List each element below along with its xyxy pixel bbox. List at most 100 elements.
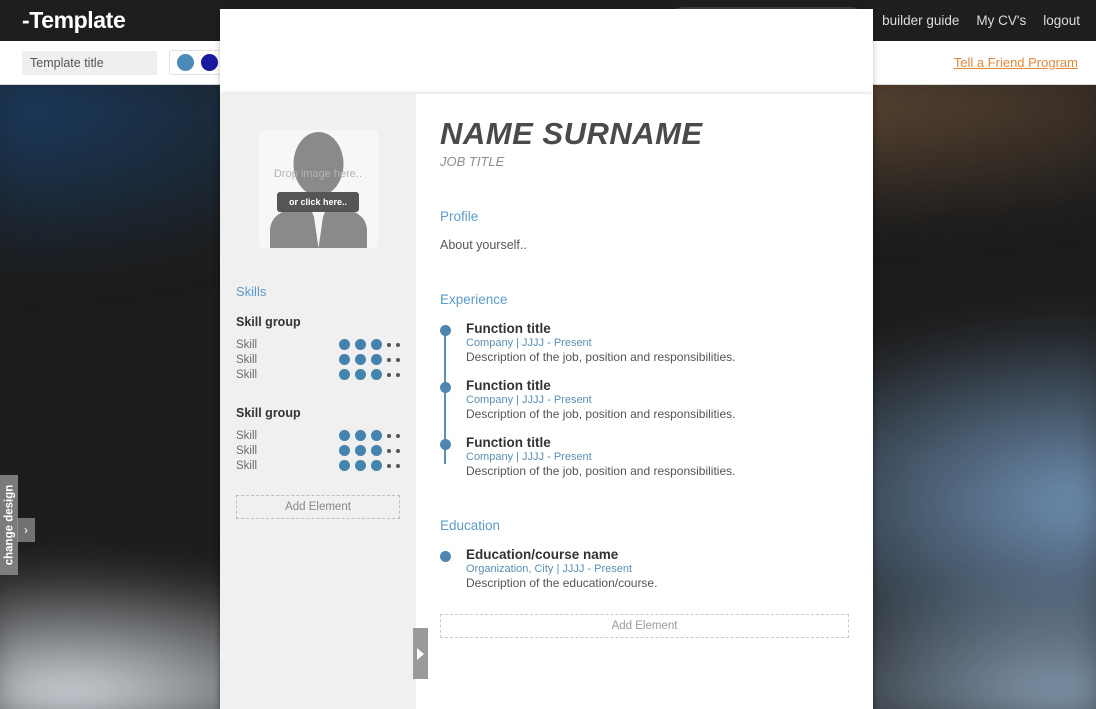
skill-row[interactable]: Skill <box>236 443 400 458</box>
cv-sidebar-column: Drop image here.. or click here.. Skills… <box>220 94 416 709</box>
rating-dot-filled[interactable] <box>371 369 382 380</box>
tell-a-friend-program-link[interactable]: Tell a Friend Program <box>954 55 1078 70</box>
rating-dot-filled[interactable] <box>355 339 366 350</box>
nav-my-cvs[interactable]: My CV's <box>976 13 1026 28</box>
triangle-right-icon <box>417 647 424 660</box>
profile-section-heading[interactable]: Profile <box>440 209 849 224</box>
rating-dot-empty[interactable] <box>387 463 391 468</box>
top-navigation-bar: CV-Template Tell a Friend - Get Rewarded… <box>0 0 1096 709</box>
education-meta: Organization, City | JJJJ - Present <box>466 563 633 575</box>
rating-dot-empty[interactable] <box>387 357 391 362</box>
experience-item[interactable]: Function title Company | JJJJ - Present … <box>440 321 849 364</box>
template-title-input[interactable] <box>22 50 157 75</box>
skill-row[interactable]: Skill <box>236 428 400 443</box>
education-item[interactable]: Education/course name Organization, City… <box>440 547 849 590</box>
experience-section-heading[interactable]: Experience <box>440 292 849 307</box>
skill-group: Skill group Skill Skill Skill <box>236 406 400 473</box>
rating-dot-empty[interactable] <box>396 448 400 453</box>
experience-title: Function title <box>466 321 551 336</box>
skill-label: Skill <box>236 353 258 366</box>
rating-dot-filled[interactable] <box>339 339 350 350</box>
skill-rating-dots[interactable] <box>339 354 400 365</box>
experience-description: Description of the job, position and res… <box>466 464 736 478</box>
rating-dot-filled[interactable] <box>339 460 350 471</box>
skill-group: Skill group Skill Skill Skill <box>236 315 400 382</box>
skill-group-title: Skill group <box>236 315 301 329</box>
skill-row[interactable]: Skill <box>236 352 400 367</box>
skill-row[interactable]: Skill <box>236 337 400 352</box>
person-silhouette-icon <box>269 132 367 248</box>
rating-dot-filled[interactable] <box>339 369 350 380</box>
add-element-button-main[interactable]: Add Element <box>440 614 849 638</box>
editor-stage: change design › Drop image here.. or cli… <box>0 85 1096 709</box>
timeline-bullet-icon <box>440 551 451 562</box>
skill-label: Skill <box>236 429 258 442</box>
color-swatch-steel-blue[interactable] <box>177 54 194 71</box>
profile-text[interactable]: About yourself.. <box>440 238 849 252</box>
timeline-bullet-icon <box>440 439 451 450</box>
chevron-right-icon[interactable]: › <box>17 518 35 542</box>
nav-builder-guide[interactable]: builder guide <box>882 13 959 28</box>
or-click-here-button[interactable]: or click here.. <box>276 192 360 212</box>
rating-dot-empty[interactable] <box>396 372 400 377</box>
education-timeline: Education/course name Organization, City… <box>440 547 849 590</box>
rating-dot-filled[interactable] <box>371 354 382 365</box>
cv-main-column: NAME SURNAME JOB TITLE Profile About you… <box>416 94 873 709</box>
skill-rating-dots[interactable] <box>339 430 400 441</box>
rating-dot-empty[interactable] <box>396 433 400 438</box>
rating-dot-empty[interactable] <box>396 357 400 362</box>
skill-row[interactable]: Skill <box>236 458 400 473</box>
skills-section-heading: Skills <box>236 284 267 299</box>
rating-dot-empty[interactable] <box>396 463 400 468</box>
skill-rating-dots[interactable] <box>339 445 400 456</box>
rating-dot-filled[interactable] <box>355 369 366 380</box>
rating-dot-filled[interactable] <box>371 430 382 441</box>
rating-dot-filled[interactable] <box>355 354 366 365</box>
experience-item[interactable]: Function title Company | JJJJ - Present … <box>440 435 849 478</box>
rating-dot-filled[interactable] <box>371 339 382 350</box>
drop-image-text: Drop image here.. <box>273 168 363 180</box>
rating-dot-filled[interactable] <box>355 445 366 456</box>
rating-dot-empty[interactable] <box>387 448 391 453</box>
rating-dot-filled[interactable] <box>371 445 382 456</box>
skill-label: Skill <box>236 368 258 381</box>
rating-dot-empty[interactable] <box>396 342 400 347</box>
add-element-button-sidebar[interactable]: Add Element <box>236 495 400 519</box>
change-design-label: change design <box>3 484 15 566</box>
education-description: Description of the education/course. <box>466 576 658 590</box>
rating-dot-filled[interactable] <box>355 430 366 441</box>
logo-separator: - <box>22 7 30 33</box>
app-logo[interactable]: CV - Template <box>22 7 873 709</box>
rating-dot-empty[interactable] <box>387 433 391 438</box>
experience-item[interactable]: Function title Company | JJJJ - Present … <box>440 378 849 421</box>
skill-label: Skill <box>236 444 258 457</box>
nav-logout[interactable]: logout <box>1043 13 1080 28</box>
experience-description: Description of the job, position and res… <box>466 407 736 421</box>
timeline-bullet-icon <box>440 382 451 393</box>
skill-row[interactable]: Skill <box>236 367 400 382</box>
skill-rating-dots[interactable] <box>339 369 400 380</box>
rating-dot-empty[interactable] <box>387 372 391 377</box>
color-swatch-navy[interactable] <box>201 54 218 71</box>
panel-expand-handle[interactable] <box>413 628 428 679</box>
photo-dropzone[interactable]: Drop image here.. or click here.. <box>258 130 378 248</box>
rating-dot-filled[interactable] <box>339 445 350 456</box>
skill-rating-dots[interactable] <box>339 339 400 350</box>
education-section-heading[interactable]: Education <box>440 518 849 533</box>
cv-job-title[interactable]: JOB TITLE <box>440 154 849 169</box>
change-design-tab[interactable]: change design <box>0 475 18 575</box>
rating-dot-filled[interactable] <box>371 460 382 471</box>
education-title: Education/course name <box>466 547 619 562</box>
experience-title: Function title <box>466 378 551 393</box>
rating-dot-filled[interactable] <box>339 430 350 441</box>
experience-meta: Company | JJJJ - Present <box>466 394 592 406</box>
skill-rating-dots[interactable] <box>339 460 400 471</box>
rating-dot-empty[interactable] <box>387 342 391 347</box>
timeline-bullet-icon <box>440 325 451 336</box>
cv-name-heading[interactable]: NAME SURNAME <box>440 116 849 152</box>
logo-template-text: Template <box>29 7 126 33</box>
experience-meta: Company | JJJJ - Present <box>466 451 592 463</box>
cv-document: Drop image here.. or click here.. Skills… <box>220 94 873 709</box>
rating-dot-filled[interactable] <box>339 354 350 365</box>
rating-dot-filled[interactable] <box>355 460 366 471</box>
